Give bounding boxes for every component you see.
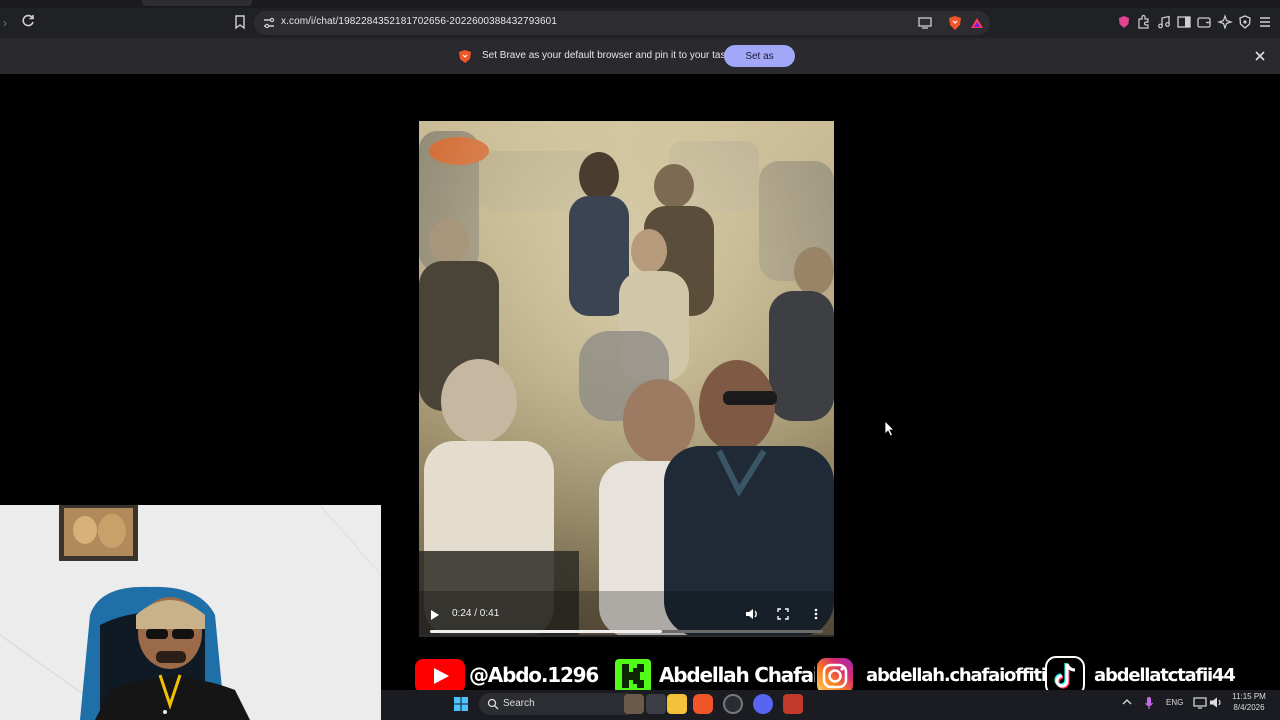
set-as-default-button[interactable]: Set as default	[724, 45, 795, 84]
clock-time: 11:15 PM	[1232, 692, 1266, 701]
video-time: 0:24 / 0:41	[452, 608, 500, 619]
windows-start-icon[interactable]	[453, 696, 469, 712]
video-underline	[419, 635, 834, 637]
youtube-handle: @Abdo.1296	[469, 663, 599, 687]
fullscreen-icon[interactable]	[777, 608, 789, 620]
privacy-shield-icon[interactable]	[1237, 14, 1253, 30]
display-icon[interactable]	[1193, 696, 1207, 709]
kick-handle: Abdellah Chafai	[659, 663, 820, 687]
menu-icon[interactable]	[1257, 14, 1273, 30]
video-controls: 0:24 / 0:41	[419, 586, 834, 636]
brave-shields-icon[interactable]	[948, 15, 962, 31]
chevron-up-icon[interactable]	[1122, 698, 1132, 706]
discord-icon[interactable]	[753, 694, 773, 714]
brave-rewards-icon[interactable]	[970, 15, 984, 31]
mouse-cursor-icon	[884, 420, 895, 437]
task-view-icon[interactable]	[646, 694, 666, 714]
vpn-icon[interactable]	[1116, 14, 1132, 30]
taskbar-app-avatar[interactable]	[624, 694, 644, 714]
webcam-scene	[0, 505, 381, 720]
capture-app-icon[interactable]	[783, 694, 803, 714]
infobar-message: Set Brave as your default browser and pi…	[482, 50, 745, 61]
url-text[interactable]: x.com/i/chat/1982284352181702656-2022600…	[281, 16, 557, 27]
taskbar-search[interactable]: Search	[479, 693, 639, 715]
video-progress-fill	[430, 630, 662, 633]
wallet-icon[interactable]	[1196, 14, 1212, 30]
bookmark-icon[interactable]	[233, 14, 247, 30]
sidebar-icon[interactable]	[1176, 14, 1192, 30]
search-icon	[487, 698, 499, 710]
video-frame	[419, 121, 834, 637]
tiktok-handle: abdellatctafii44	[1094, 665, 1236, 686]
close-icon[interactable]	[1252, 48, 1268, 64]
obs-icon[interactable]	[723, 694, 743, 714]
clock-date: 8/4/2026	[1233, 703, 1265, 712]
forward-icon[interactable]: ›	[3, 16, 7, 30]
brave-taskbar-icon[interactable]	[693, 694, 713, 714]
active-tab[interactable]	[142, 0, 252, 6]
search-label: Search	[503, 698, 535, 709]
language-indicator[interactable]: ENG	[1166, 698, 1183, 707]
more-options-icon[interactable]	[813, 608, 819, 620]
browser-toolbar: › x.com/i/chat/1982284352181702656-20226…	[0, 8, 1280, 38]
site-settings-icon[interactable]	[262, 16, 276, 30]
instagram-handle: abdellah.chafaioffitid	[866, 665, 1059, 686]
reload-icon[interactable]	[20, 13, 36, 29]
music-playlist-icon[interactable]	[1156, 14, 1172, 30]
address-bar[interactable]: x.com/i/chat/1982284352181702656-2022600…	[254, 11, 990, 35]
leo-ai-icon[interactable]	[1217, 14, 1233, 30]
video-player[interactable]	[419, 121, 834, 637]
video-progress-bar[interactable]	[430, 630, 823, 633]
media-router-icon[interactable]	[918, 17, 932, 29]
speaker-icon[interactable]	[1209, 696, 1223, 709]
windows-taskbar: Search ENG 11:15 PM 8/4/2026	[381, 690, 1280, 720]
file-explorer-icon[interactable]	[667, 694, 687, 714]
play-icon[interactable]	[430, 609, 440, 621]
extensions-icon[interactable]	[1136, 14, 1152, 30]
volume-icon[interactable]	[745, 608, 759, 620]
brave-lion-icon	[459, 50, 471, 63]
webcam-overlay	[0, 505, 381, 720]
microphone-icon[interactable]	[1144, 696, 1154, 710]
tab-strip	[0, 0, 1280, 8]
taskbar-clock[interactable]: 11:15 PM 8/4/2026	[1229, 691, 1269, 713]
default-browser-infobar: Set Brave as your default browser and pi…	[0, 38, 1280, 84]
